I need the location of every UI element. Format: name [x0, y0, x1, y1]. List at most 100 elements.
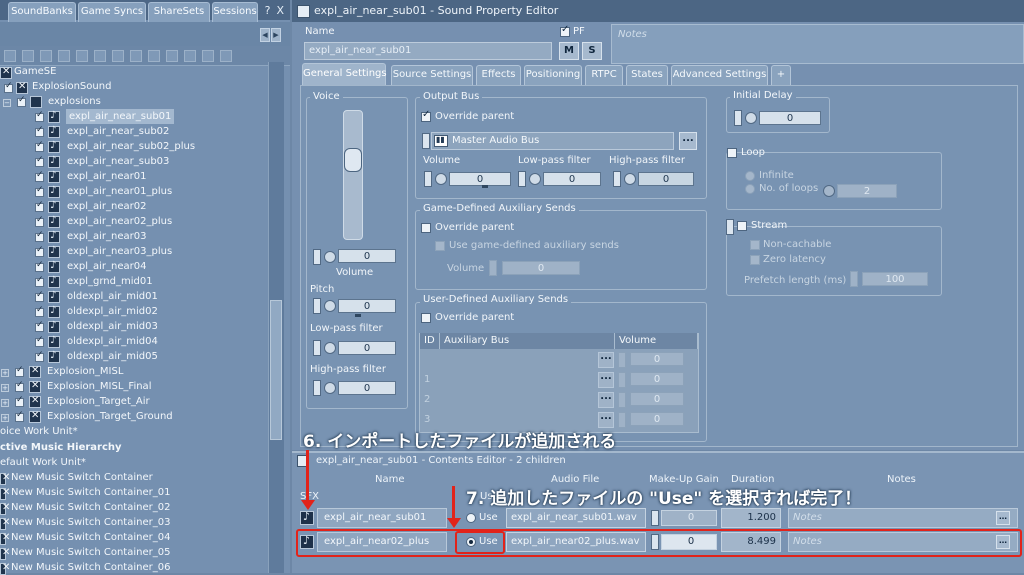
collapse-icon[interactable]: − [3, 99, 11, 107]
tree-item-voice-work-unit[interactable]: oice Work Unit* [0, 424, 78, 439]
pitch-input[interactable]: 0 [338, 299, 396, 313]
tree-checkbox[interactable] [35, 320, 44, 332]
tree-item-music-switch[interactable]: New Music Switch Container_03 [11, 515, 170, 530]
loop-checkbox[interactable] [727, 148, 737, 158]
voice-highpass-input[interactable]: 0 [338, 381, 396, 395]
tab-soundbanks[interactable]: SoundBanks [8, 2, 76, 22]
tree-checkbox[interactable] [35, 245, 44, 257]
toolbar-tool-icon[interactable] [130, 50, 142, 62]
toolbar-tool-icon[interactable] [40, 50, 52, 62]
name-field[interactable]: expl_air_near_sub01 [304, 42, 552, 60]
tree-checkbox[interactable] [17, 95, 26, 107]
volume-slider-thumb[interactable] [344, 148, 362, 172]
knob-icon[interactable] [745, 112, 757, 124]
game-aux-volume-input[interactable]: 0 [502, 261, 580, 275]
loop-count-input[interactable]: 2 [837, 184, 897, 198]
rtpc-slot-icon[interactable] [726, 219, 734, 235]
tree-checkbox[interactable] [35, 125, 44, 137]
makeup-gain-input[interactable]: 0 [661, 510, 717, 526]
voice-lowpass-input[interactable]: 0 [338, 341, 396, 355]
tree-item-sound[interactable]: expl_air_near01_plus [67, 184, 172, 199]
tree-item-sound[interactable]: expl_air_near01 [67, 169, 147, 184]
toolbar-tool-icon[interactable] [220, 50, 232, 62]
help-button[interactable]: ? [265, 4, 271, 17]
aux-bus-browse-button[interactable]: ... [598, 412, 614, 428]
tab-general-settings[interactable]: General Settings [302, 63, 387, 85]
tab-add-button[interactable]: + [771, 65, 791, 85]
tab-positioning[interactable]: Positioning [524, 65, 582, 85]
tree-item-sound[interactable]: expl_air_near04 [67, 259, 147, 274]
user-aux-override-checkbox[interactable] [421, 313, 431, 323]
tab-states[interactable]: States [626, 65, 668, 85]
knob-icon[interactable] [324, 382, 336, 394]
tab-rtpc[interactable]: RTPC [585, 65, 623, 85]
toolbar-tool-icon[interactable] [94, 50, 106, 62]
bus-lowpass-input[interactable]: 0 [543, 172, 601, 186]
toolbar-tool-icon[interactable] [112, 50, 124, 62]
tree-item-sound[interactable]: oldexpl_air_mid04 [67, 334, 158, 349]
tree-checkbox[interactable] [35, 215, 44, 227]
aux-bus-browse-button[interactable]: ... [598, 392, 614, 408]
rtpc-slot-icon[interactable] [734, 110, 742, 126]
rtpc-slot-icon[interactable] [489, 260, 497, 276]
toolbar-tool-icon[interactable] [148, 50, 160, 62]
pf-checkbox[interactable] [560, 24, 570, 37]
volume-slider-track[interactable] [343, 110, 363, 240]
tab-effects[interactable]: Effects [476, 65, 521, 85]
rtpc-slot-icon[interactable] [313, 380, 321, 396]
child-name[interactable]: expl_air_near_sub01 [317, 508, 447, 528]
notes-expand-button[interactable]: … [996, 511, 1010, 525]
tree-item-sound[interactable]: expl_air_near03 [67, 229, 147, 244]
tree-checkbox[interactable] [35, 110, 44, 122]
toolbar-tool-icon[interactable] [184, 50, 196, 62]
mute-button[interactable]: M [559, 42, 579, 60]
knob-icon[interactable] [324, 300, 336, 312]
tree-item-music-switch[interactable]: New Music Switch Container_05 [11, 545, 170, 560]
tree-checkbox[interactable] [15, 380, 24, 392]
bus-highpass-input[interactable]: 0 [638, 172, 694, 186]
tab-advanced-settings[interactable]: Advanced Settings [671, 65, 768, 85]
col-notes-header[interactable]: Notes [887, 473, 916, 487]
tree-item-container[interactable]: Explosion_MISL [47, 364, 123, 379]
tree-item-music-switch[interactable]: New Music Switch Container_01 [11, 485, 170, 500]
expand-icon[interactable]: + [1, 399, 9, 407]
tree-checkbox[interactable] [35, 230, 44, 242]
tree-item-container[interactable]: Explosion_Target_Ground [47, 409, 173, 424]
tree-item-explosionsound[interactable]: ExplosionSound [32, 79, 111, 94]
tree-checkbox[interactable] [35, 140, 44, 152]
aux-volume-input[interactable]: 0 [630, 372, 684, 386]
toolbar-tool-icon[interactable] [22, 50, 34, 62]
stream-checkbox[interactable] [737, 221, 747, 231]
notes-field[interactable]: Notes [611, 24, 1024, 64]
aux-volume-input[interactable]: 0 [630, 352, 684, 366]
output-bus-field[interactable]: Master Audio Bus [431, 132, 674, 150]
tab-game-syncs[interactable]: Game Syncs [78, 2, 146, 22]
audio-file-field[interactable]: expl_air_near_sub01.wav [506, 508, 646, 528]
toolbar-tool-icon[interactable] [166, 50, 178, 62]
voice-volume-input[interactable]: 0 [338, 249, 396, 263]
aux-bus-browse-button[interactable]: ... [598, 372, 614, 388]
col-volume-header[interactable]: Volume [615, 333, 698, 349]
tree-checkbox[interactable] [35, 275, 44, 287]
tree-checkbox[interactable] [35, 290, 44, 302]
rtpc-slot-icon[interactable] [618, 412, 626, 428]
rtpc-slot-icon[interactable] [313, 298, 321, 314]
tab-scroll-right-button[interactable]: ▶ [271, 28, 281, 42]
tree-item-sound[interactable]: oldexpl_air_mid03 [67, 319, 158, 334]
knob-icon[interactable] [435, 173, 447, 185]
rtpc-slot-icon[interactable] [422, 133, 430, 149]
expand-icon[interactable]: + [1, 369, 9, 377]
tree-item-sound[interactable]: expl_air_near_sub02_plus [67, 139, 195, 154]
knob-icon[interactable] [529, 173, 541, 185]
solo-button[interactable]: S [582, 42, 602, 60]
tree-item-sound[interactable]: expl_air_near_sub03 [67, 154, 169, 169]
tree-item-explosions[interactable]: explosions [48, 94, 101, 109]
section-music-hierarchy[interactable]: ctive Music Hierarchy [0, 440, 122, 455]
output-bus-override-checkbox[interactable] [421, 109, 431, 122]
game-aux-override-checkbox[interactable] [421, 223, 431, 233]
expand-icon[interactable]: + [1, 414, 9, 422]
tree-checkbox[interactable] [15, 410, 24, 422]
rtpc-slot-icon[interactable] [618, 392, 626, 408]
non-cachable-checkbox[interactable] [750, 240, 760, 250]
knob-icon[interactable] [324, 342, 336, 354]
